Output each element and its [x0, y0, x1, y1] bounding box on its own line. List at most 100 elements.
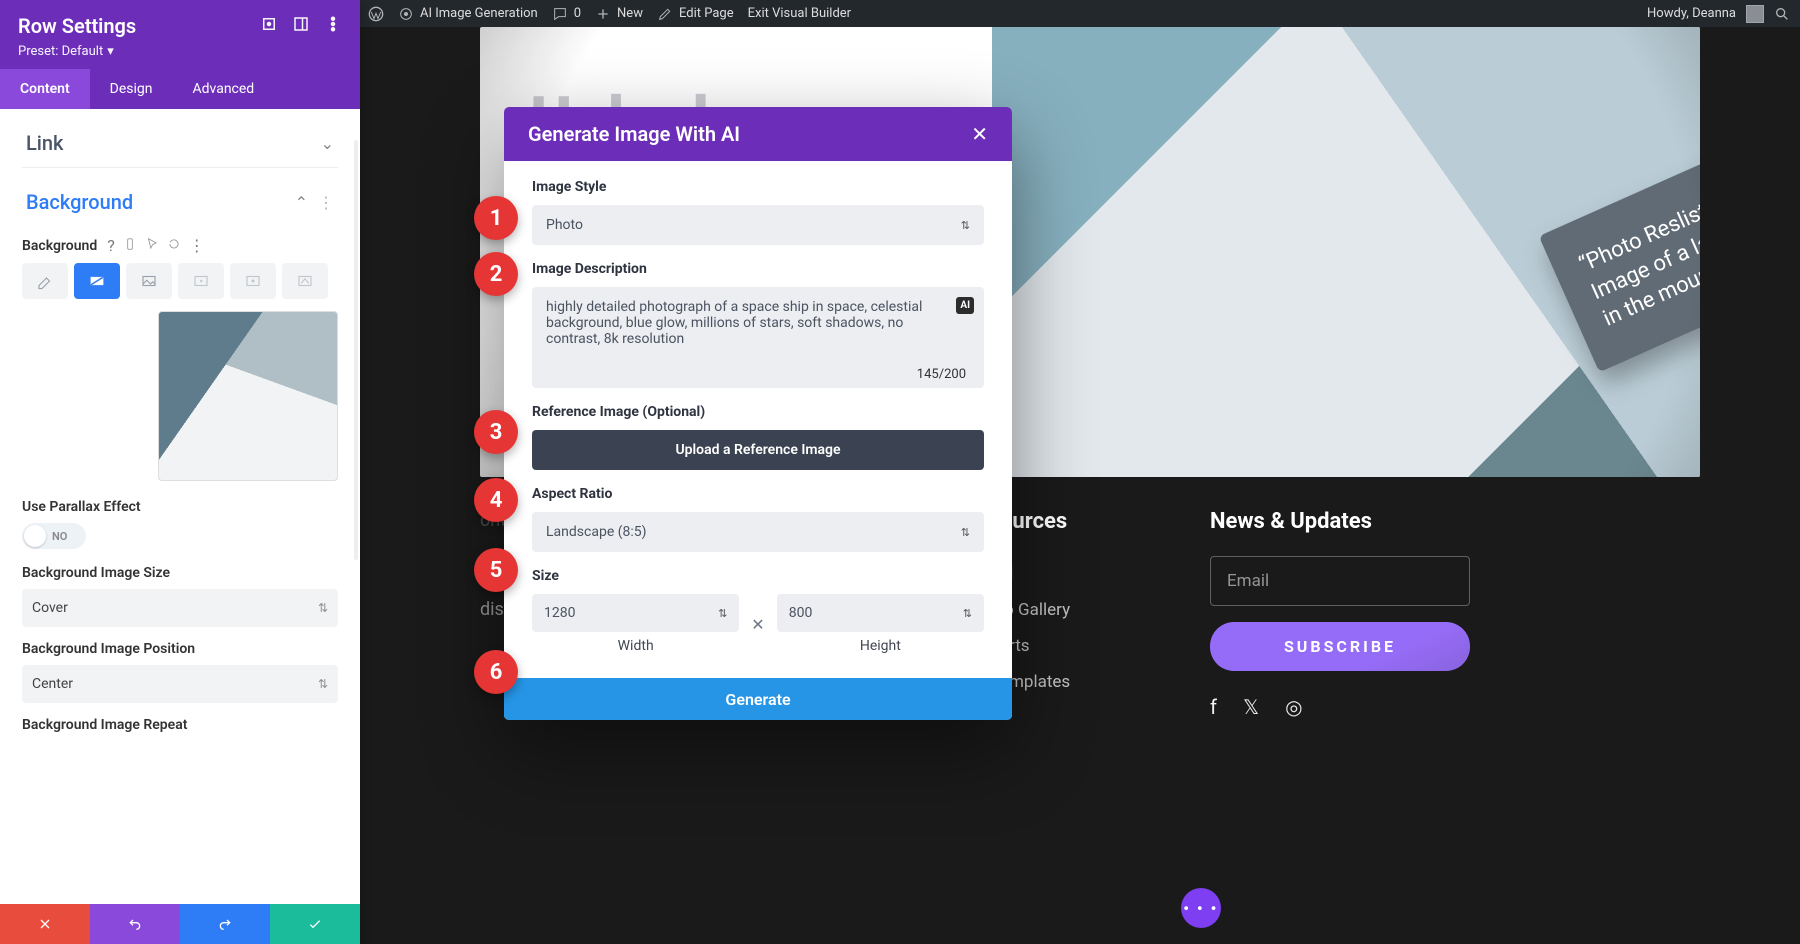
bg-type-color[interactable]	[22, 263, 68, 299]
scrollbar[interactable]	[354, 140, 358, 560]
ai-chip[interactable]: AI	[956, 297, 974, 314]
bg-type-video[interactable]	[178, 263, 224, 299]
bg-position-value: Center	[32, 676, 73, 692]
panel-title: Row Settings	[18, 14, 136, 38]
bg-type-mask[interactable]	[282, 263, 328, 299]
callout-3: 3	[474, 410, 518, 454]
section-background-label: Background	[26, 190, 133, 214]
height-value: 800	[789, 605, 813, 621]
image-desc-textarea[interactable]	[546, 299, 945, 359]
cursor-icon[interactable]	[145, 236, 159, 255]
image-style-value: Photo	[546, 217, 583, 233]
width-label: Width	[532, 638, 739, 654]
bg-type-image[interactable]	[126, 263, 172, 299]
tab-design[interactable]: Design	[90, 69, 173, 109]
reset-icon[interactable]	[167, 236, 181, 255]
background-preview-thumb[interactable]	[158, 311, 338, 481]
bg-repeat-label: Background Image Repeat	[22, 717, 338, 733]
bg-type-pattern[interactable]	[230, 263, 276, 299]
section-background[interactable]: Background ⌃ ⋮	[22, 168, 338, 226]
undo-button[interactable]	[90, 904, 180, 944]
bg-position-select[interactable]: Center	[22, 665, 338, 703]
image-style-label: Image Style	[532, 179, 984, 195]
parallax-value: NO	[46, 530, 73, 543]
wp-admin-bar: AI Image Generation 0 New Edit Page Exit…	[360, 0, 1800, 27]
pencil-icon	[657, 6, 673, 22]
bg-size-value: Cover	[32, 600, 68, 616]
home-icon	[398, 6, 414, 22]
layout-icon[interactable]	[292, 15, 310, 37]
aspect-ratio-label: Aspect Ratio	[532, 486, 984, 502]
generate-image-modal: Generate Image With AI ✕ Image Style Pho…	[504, 107, 1012, 720]
new-label: New	[617, 6, 643, 21]
background-label: Background	[22, 238, 97, 254]
site-name[interactable]: AI Image Generation	[398, 6, 538, 22]
reference-image-label: Reference Image (Optional)	[532, 404, 984, 420]
new-link[interactable]: New	[595, 6, 643, 22]
char-count: 145/200	[546, 367, 970, 382]
comments-link[interactable]: 0	[552, 6, 581, 22]
generate-button[interactable]: Generate	[504, 678, 1012, 720]
site-name-label: AI Image Generation	[420, 6, 538, 21]
redo-button[interactable]	[180, 904, 270, 944]
aspect-ratio-value: Landscape (8:5)	[546, 524, 647, 540]
tab-content[interactable]: Content	[0, 69, 90, 109]
toggle-knob	[24, 525, 46, 547]
panel-tabs: Content Design Advanced	[0, 69, 360, 109]
tab-advanced[interactable]: Advanced	[173, 69, 275, 109]
builder-fab[interactable]: • • •	[1181, 888, 1221, 928]
close-icon[interactable]: ✕	[971, 122, 988, 146]
kebab-icon[interactable]	[324, 15, 342, 37]
section-link-label: Link	[26, 131, 63, 155]
upload-reference-button[interactable]: Upload a Reference Image	[532, 430, 984, 470]
comments-count: 0	[574, 6, 581, 21]
bg-size-select[interactable]: Cover	[22, 589, 338, 627]
wordpress-icon	[368, 6, 384, 22]
aspect-ratio-select[interactable]: Landscape (8:5)	[532, 512, 984, 552]
cancel-button[interactable]	[0, 904, 90, 944]
avatar[interactable]	[1746, 5, 1764, 23]
size-label: Size	[532, 568, 984, 584]
exit-builder-link[interactable]: Exit Visual Builder	[748, 6, 851, 21]
height-label: Height	[777, 638, 984, 654]
chevron-down-icon: ▾	[107, 44, 114, 59]
wp-logo[interactable]	[368, 6, 384, 22]
callout-1: 1	[474, 196, 518, 240]
parallax-label: Use Parallax Effect	[22, 499, 338, 515]
bg-size-label: Background Image Size	[22, 565, 338, 581]
callout-6: 6	[474, 650, 518, 694]
section-link[interactable]: Link ⌄	[22, 109, 338, 168]
search-icon[interactable]	[1774, 6, 1790, 22]
callout-4: 4	[474, 478, 518, 522]
height-input[interactable]: 800	[777, 594, 984, 632]
panel-footer	[0, 904, 360, 944]
width-input[interactable]: 1280	[532, 594, 739, 632]
panel-header: Row Settings Preset: Default ▾	[0, 0, 360, 69]
modal-header: Generate Image With AI ✕	[504, 107, 1012, 161]
help-icon[interactable]: ?	[107, 236, 115, 255]
phone-icon[interactable]	[123, 236, 137, 255]
preset-label: Preset: Default	[18, 44, 103, 59]
chevron-down-icon: ⌄	[321, 134, 334, 153]
howdy-text[interactable]: Howdy, Deanna	[1647, 6, 1736, 21]
plus-icon	[595, 6, 611, 22]
settings-panel: Row Settings Preset: Default ▾ Content D…	[0, 0, 360, 944]
callout-5: 5	[474, 548, 518, 592]
x-icon: ✕	[751, 615, 764, 634]
bg-position-label: Background Image Position	[22, 641, 338, 657]
bg-type-gradient[interactable]	[74, 263, 120, 299]
kebab-icon[interactable]: ⋮	[318, 193, 334, 212]
edit-page-label: Edit Page	[679, 6, 734, 21]
chevron-up-icon: ⌃	[295, 193, 308, 212]
kebab-icon[interactable]: ⋮	[189, 236, 205, 255]
modal-title: Generate Image With AI	[528, 122, 740, 146]
preset-dropdown[interactable]: Preset: Default ▾	[18, 44, 114, 59]
width-value: 1280	[544, 605, 575, 621]
edit-page-link[interactable]: Edit Page	[657, 6, 734, 22]
comment-icon	[552, 6, 568, 22]
image-style-select[interactable]: Photo	[532, 205, 984, 245]
image-desc-field[interactable]: AI 145/200	[532, 287, 984, 388]
save-button[interactable]	[270, 904, 360, 944]
expand-icon[interactable]	[260, 15, 278, 37]
parallax-toggle[interactable]: NO	[22, 523, 86, 549]
